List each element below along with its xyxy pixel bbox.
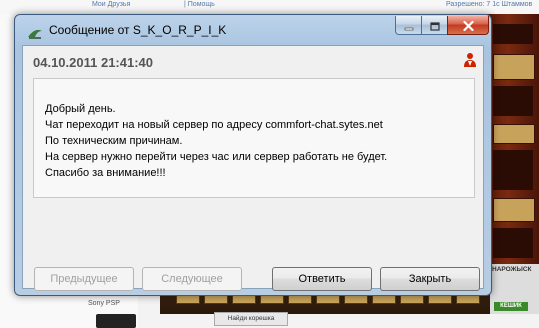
previous-button[interactable]: Предыдущее xyxy=(34,267,134,291)
close-button[interactable]: Закрыть xyxy=(380,267,480,291)
close-window-button[interactable] xyxy=(447,16,489,35)
maximize-icon xyxy=(429,16,440,35)
commfort-app-icon xyxy=(27,24,43,39)
message-body: Добрый день. Чат переходит на новый серв… xyxy=(33,78,475,198)
bg-device-image xyxy=(96,314,136,328)
maximize-button[interactable] xyxy=(421,16,448,35)
dialog-client-area: 04.10.2011 21:41:40 Добрый день. Чат пер… xyxy=(22,45,484,291)
next-button[interactable]: Следующее xyxy=(142,267,242,291)
bg-promo-text: НАРОЖЫСК xyxy=(492,266,532,273)
user-icon[interactable] xyxy=(463,52,477,68)
bg-search-button[interactable]: Найди корешка xyxy=(214,312,288,326)
message-line: Чат переходит на новый сервер по адресу … xyxy=(45,119,383,131)
window-title: Сообщение от S_K_O_R_P_I_K xyxy=(49,23,227,37)
message-line: На сервер нужно перейти через час или се… xyxy=(45,151,388,163)
reply-button[interactable]: Ответить xyxy=(272,267,372,291)
bg-friends-link[interactable]: Мои Друзья xyxy=(92,1,130,8)
message-line: По техническим причинам. xyxy=(45,135,183,147)
message-line: Добрый день. xyxy=(45,103,116,115)
message-window: Сообщение от S_K_O_R_P_I_K 04.10.2011 21… xyxy=(14,14,492,296)
bg-top-right-text: Разрешено: 7 1с Штаммов xyxy=(446,1,533,8)
minimize-icon xyxy=(404,16,414,35)
bg-promo-button[interactable]: КЕШИК xyxy=(494,302,528,311)
bg-sony-line-2: Sony PSP xyxy=(88,300,120,307)
bg-help-link[interactable]: | Помощь xyxy=(184,1,215,8)
message-datetime: 04.10.2011 21:41:40 xyxy=(33,55,153,70)
background-topbar: Мои Друзья | Помощь Разрешено: 7 1с Штам… xyxy=(0,0,539,15)
minimize-button[interactable] xyxy=(395,16,422,35)
title-bar[interactable]: Сообщение от S_K_O_R_P_I_K xyxy=(15,15,491,45)
close-icon xyxy=(462,16,474,35)
message-line: Спасибо за внимание!!! xyxy=(45,167,166,179)
